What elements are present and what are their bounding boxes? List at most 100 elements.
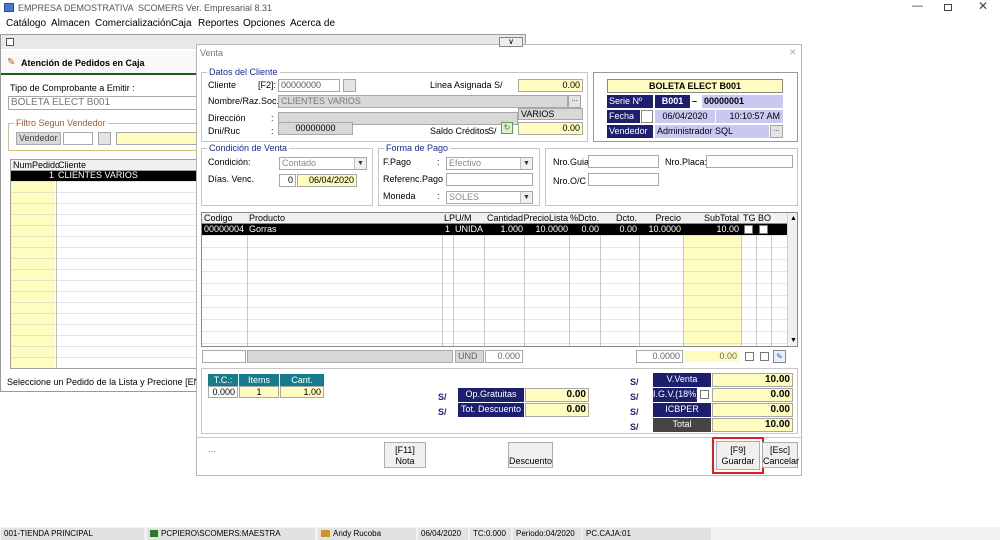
footer-precio-field[interactable]: 0.0000 — [636, 350, 683, 363]
referenc-field[interactable] — [446, 173, 533, 186]
dni-colon: : — [271, 126, 274, 136]
moneda-select[interactable]: SOLES ▼ — [446, 191, 533, 204]
product-grid[interactable]: Codigo Producto LP U/M Cantidad PrecioLi… — [201, 212, 798, 347]
condicion-colon: : — [248, 157, 251, 167]
refresh-icon[interactable]: ↻ — [501, 122, 513, 134]
guardar-button[interactable]: [F9] Guardar — [716, 441, 760, 470]
tipo-field[interactable]: BOLETA ELECT B001 — [8, 96, 198, 110]
scroll-up-icon[interactable]: ▲ — [790, 213, 797, 224]
footer-cantidad-field[interactable]: 0.000 — [485, 350, 523, 363]
status-user: Andy Rucoba — [318, 528, 416, 540]
fecha-label: Fecha — [607, 110, 640, 123]
pedidos-header: ✎ Atención de Pedidos en Caja — [1, 51, 201, 75]
v-venta-label: V.Venta — [653, 373, 711, 387]
add-item-icon[interactable]: ✎ — [773, 350, 786, 363]
row-dcto: 0.00 — [619, 224, 637, 234]
footer-tg-checkbox[interactable] — [745, 352, 754, 361]
menu-catalogo[interactable]: Catálogo — [6, 18, 46, 29]
restore-icon[interactable] — [944, 4, 952, 11]
row-bo-checkbox[interactable] — [759, 225, 768, 234]
pedidos-list[interactable]: NumPedido Cliente 1 CLIENTES VARIOS — [10, 159, 200, 369]
tc-label: T.C.: — [208, 374, 238, 386]
menu-comercializacion[interactable]: Comercialización — [95, 18, 171, 29]
list-item-cliente: CLIENTES VARIOS — [58, 170, 138, 180]
fpago-select[interactable]: Efectivo ▼ — [446, 157, 533, 170]
minimize-icon[interactable]: — — [912, 1, 923, 12]
tot-descuento-label: Tot. Descuento — [458, 403, 524, 417]
footer-codigo-field[interactable] — [202, 350, 246, 363]
cliente-code-field[interactable]: 00000000 — [278, 79, 340, 92]
menu-opciones[interactable]: Opciones — [243, 18, 285, 29]
nota-button[interactable]: [F11] Nota — [384, 442, 426, 468]
status-server: PCPIERO\SCOMERS:MAESTRA — [147, 528, 315, 540]
vendedor-code-field[interactable] — [63, 132, 93, 145]
guardar-label: Guardar — [721, 456, 755, 466]
forma-pago-title: Forma de Pago — [384, 143, 451, 154]
vendedor-doc-label: Vendedor — [607, 125, 653, 138]
footer-bo-checkbox[interactable] — [760, 352, 769, 361]
scroll-down-icon[interactable]: ▼ — [790, 335, 797, 346]
nro-oc-field[interactable] — [588, 173, 659, 186]
nombre-field[interactable]: CLIENTES VARIOS — [278, 95, 568, 108]
menu-reportes[interactable]: Reportes — [198, 18, 239, 29]
close-icon[interactable]: ✕ — [978, 0, 988, 12]
dias-field[interactable]: 0 — [279, 174, 296, 187]
guardar-key: [F9] — [730, 445, 746, 455]
moneda-colon: : — [437, 191, 440, 201]
nombre-search-button[interactable]: ... — [568, 95, 581, 108]
subtotal-col-bg — [683, 224, 741, 346]
status-date: 06/04/2020 — [418, 528, 468, 540]
cliente-label: Cliente — [208, 80, 237, 90]
col-bo: BO — [758, 213, 772, 223]
pedidos-status: Seleccione un Pedido de la Lista y Preci… — [7, 377, 221, 387]
descuento-button[interactable]: Descuento — [508, 442, 553, 468]
dni-field[interactable]: 00000000 — [278, 122, 353, 135]
cancelar-button[interactable]: [Esc] Cancelar — [762, 442, 799, 468]
button-bar — [197, 437, 801, 475]
venc-date-field: 06/04/2020 — [297, 174, 357, 187]
footer-producto-field — [247, 350, 453, 363]
condicion-select[interactable]: Contado ▼ — [279, 157, 367, 170]
fecha-field: 06/04/2020 — [655, 110, 715, 123]
dni-label: Dni/Ruc — [208, 126, 241, 136]
datos-cliente-title: Datos del Cliente — [207, 67, 280, 78]
menu-caja[interactable]: Caja — [171, 18, 192, 29]
fpago-value: Efectivo — [449, 158, 482, 168]
chevron-down-icon: ▼ — [520, 192, 532, 203]
items-value: 1 — [239, 386, 279, 398]
footer-und-field: UND — [455, 350, 484, 363]
vendedor-doc-button[interactable]: ... — [770, 125, 783, 138]
menu-almacen[interactable]: Almacen — [51, 18, 90, 29]
tipo-label: Tipo de Comprobante a Emitir : — [10, 83, 135, 93]
row-um: UNIDA — [455, 224, 484, 234]
igv-checkbox[interactable] — [700, 390, 709, 399]
list-yellow-col — [11, 171, 55, 368]
list-item[interactable]: 1 CLIENTES VARIOS — [11, 170, 199, 181]
footer-subtotal-field: 0.00 — [684, 350, 740, 363]
row-lp: 1 — [445, 224, 451, 234]
app-icon — [4, 3, 14, 12]
vendedor-search-button[interactable] — [98, 132, 111, 145]
nombre-label: Nombre/Raz.Soc. : — [208, 96, 285, 106]
nro-guia-field[interactable] — [588, 155, 659, 168]
table-row[interactable]: 00000004 Gorras 1 UNIDA 1.000 10.0000 0.… — [202, 224, 787, 235]
nro-oc-label: Nro.O/C : — [553, 176, 592, 186]
igv-currency: S/ — [630, 392, 639, 402]
total-currency: S/ — [630, 422, 639, 432]
icbper-currency: S/ — [630, 407, 639, 417]
pencil-icon: ✎ — [7, 57, 16, 68]
row-cantidad: 1.000 — [500, 224, 523, 234]
cliente-search-button[interactable] — [343, 79, 356, 92]
row-tg-checkbox[interactable] — [744, 225, 753, 234]
status-tienda: 001-TIENDA PRINCIPAL — [1, 528, 144, 540]
collapse-tab[interactable]: ∨ — [499, 37, 523, 47]
menu-acerca[interactable]: Acerca de — [290, 18, 335, 29]
nro-placa-field[interactable] — [706, 155, 793, 168]
status-periodo: Periodo:04/2020 — [513, 528, 581, 540]
col-tg: TG — [743, 213, 756, 223]
condicion-label: Condición — [208, 157, 249, 167]
grid-scrollbar[interactable]: ▲ ▼ — [787, 213, 797, 346]
row-precio: 10.0000 — [648, 224, 681, 234]
vendedor-field: Vendedor — [16, 132, 61, 145]
venta-close-icon[interactable]: ✕ — [789, 47, 797, 58]
